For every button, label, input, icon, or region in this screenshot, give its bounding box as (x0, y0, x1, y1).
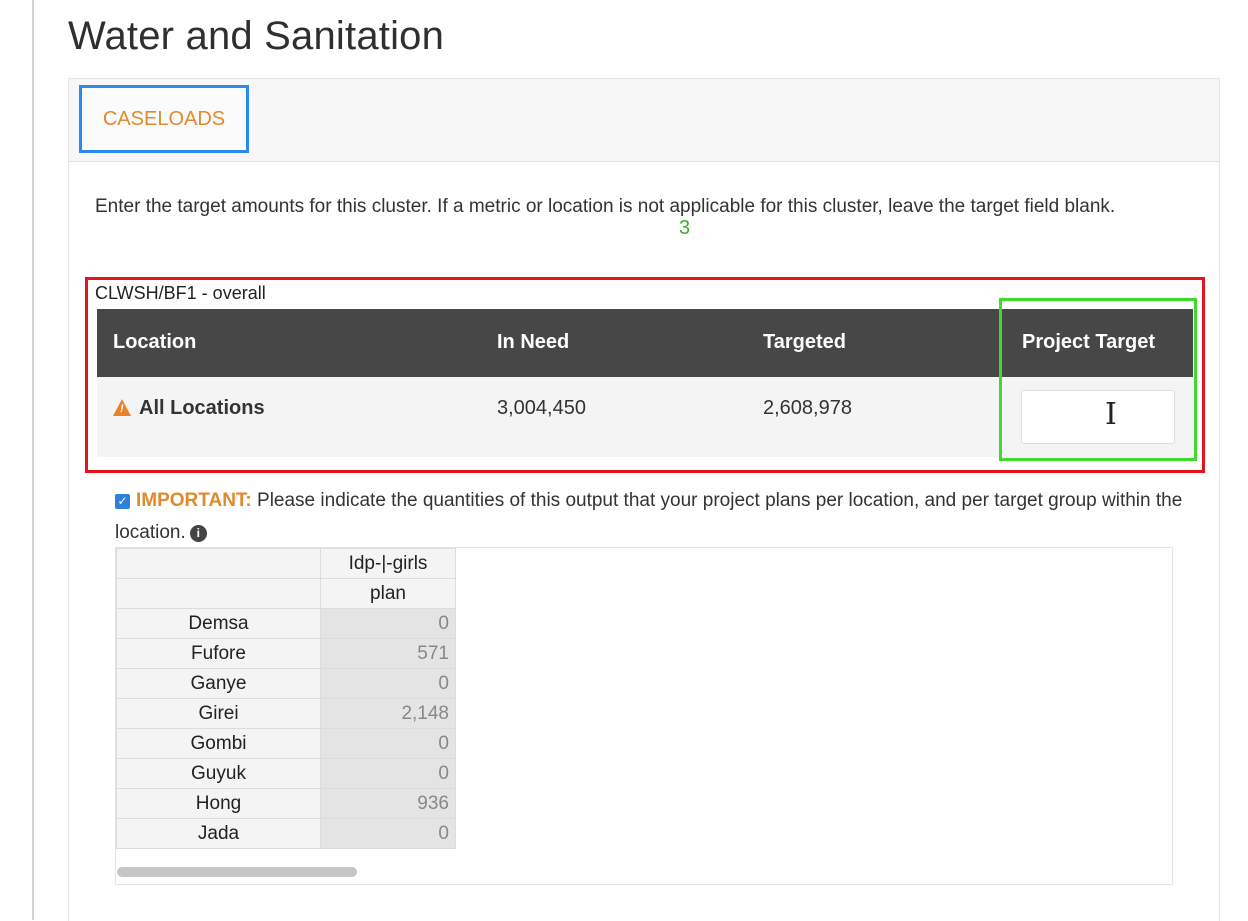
row-location: Ganye (116, 668, 321, 699)
row-targeted: 2,608,978 (763, 397, 852, 419)
info-icon[interactable]: i (189, 525, 207, 542)
instructions-text: Enter the target amounts for this cluste… (95, 196, 1116, 217)
tab-bar: CASELOADS (69, 79, 1219, 162)
warning-icon (113, 399, 131, 416)
grid-corner (116, 578, 321, 609)
row-location: Fufore (116, 638, 321, 669)
important-label: IMPORTANT: (136, 490, 252, 511)
left-border (32, 0, 34, 920)
output-label: CLWSH/BF1 - overall (95, 283, 266, 303)
text-cursor-icon: I (1105, 397, 1117, 432)
row-location: Guyuk (116, 758, 321, 789)
grid-column-group: Idp-|-girls (320, 548, 456, 579)
table-row: Gombi 0 (116, 728, 456, 759)
important-note: ✓ IMPORTANT: Please indicate the quantiti… (115, 485, 1205, 549)
table-row: Fufore 571 (116, 638, 456, 669)
plan-cell[interactable]: 0 (320, 728, 456, 759)
table-row: Ganye 0 (116, 668, 456, 699)
table-row: Hong 936 (116, 788, 456, 819)
annotation-marker: 3 (679, 217, 691, 239)
table-row: Jada 0 (116, 818, 456, 849)
page-title: Water and Sanitation (68, 14, 445, 58)
grid-corner (116, 548, 321, 579)
horizontal-scrollbar[interactable] (117, 867, 357, 877)
plan-cell[interactable]: 2,148 (320, 698, 456, 729)
plan-cell[interactable]: 571 (320, 638, 456, 669)
important-text: Please indicate the quantities of this o… (115, 490, 1183, 543)
row-location: All Locations (139, 397, 265, 419)
plan-cell[interactable]: 0 (320, 758, 456, 789)
col-in-need: In Need (497, 331, 570, 353)
table-row: Demsa 0 (116, 608, 456, 639)
table-row: Guyuk 0 (116, 758, 456, 789)
plan-cell[interactable]: 0 (320, 818, 456, 849)
row-location: Gombi (116, 728, 321, 759)
breakdown-grid[interactable]: Idp-|-girls plan Demsa 0 Fufore 571 Gany… (115, 547, 1173, 885)
col-targeted: Targeted (763, 331, 846, 353)
table-row: Girei 2,148 (116, 698, 456, 729)
row-location: Demsa (116, 608, 321, 639)
cluster-card: CASELOADS Enter the target amounts for t… (68, 78, 1220, 921)
project-target-input[interactable] (1021, 390, 1175, 444)
col-location: Location (113, 331, 197, 353)
row-location: Girei (116, 698, 321, 729)
row-location: Jada (116, 818, 321, 849)
tab-caseloads[interactable]: CASELOADS (79, 85, 249, 153)
row-in-need: 3,004,450 (497, 397, 586, 419)
plan-cell[interactable]: 0 (320, 608, 456, 639)
row-location: Hong (116, 788, 321, 819)
plan-cell[interactable]: 0 (320, 668, 456, 699)
important-checkbox[interactable]: ✓ (115, 494, 130, 509)
grid-column-plan: plan (320, 578, 456, 609)
plan-cell[interactable]: 936 (320, 788, 456, 819)
